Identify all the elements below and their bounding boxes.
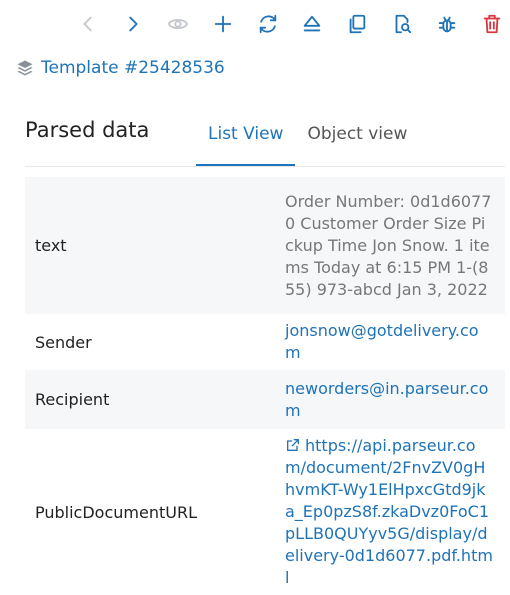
back-icon: [83, 16, 93, 32]
template-link[interactable]: Template #25428536: [41, 58, 225, 78]
tabs-divider: [25, 166, 505, 167]
debug-button[interactable]: [424, 10, 469, 38]
table-row: text Order Number: 0d1d60770 Customer Or…: [25, 177, 505, 314]
plus-icon: [214, 15, 232, 33]
table-row: PublicDocumentURL https://api.parseur.co…: [25, 429, 505, 595]
search-document-icon: [395, 14, 412, 34]
public-document-link[interactable]: https://api.parseur.com/document/2FnvZV0…: [285, 436, 493, 587]
refresh-icon: [259, 14, 276, 34]
table-row: Recipient neworders@in.parseur.com: [25, 370, 505, 429]
field-name: Sender: [35, 332, 92, 352]
tab-list-view[interactable]: List View: [196, 112, 296, 166]
layers-icon: [17, 60, 33, 76]
trash-icon: [483, 14, 500, 34]
forward-button[interactable]: [111, 10, 156, 38]
eject-button[interactable]: [290, 10, 335, 38]
field-value: neworders@in.parseur.com: [275, 370, 505, 429]
field-name: PublicDocumentURL: [35, 502, 197, 522]
back-button[interactable]: [66, 10, 111, 38]
field-value: https://api.parseur.com/document/2FnvZV0…: [275, 429, 505, 595]
recipient-email-link[interactable]: neworders@in.parseur.com: [285, 379, 488, 420]
delete-button[interactable]: [469, 10, 510, 38]
copy-button[interactable]: [335, 10, 380, 38]
field-name: Recipient: [25, 370, 275, 429]
breadcrumb: Template #25428536: [16, 58, 225, 78]
section-title: Parsed data: [25, 118, 150, 142]
add-button[interactable]: [200, 10, 245, 38]
forward-icon: [129, 16, 138, 32]
view-tabs: List View Object view: [196, 112, 419, 166]
reprocess-button[interactable]: [245, 10, 290, 38]
search-document-button[interactable]: [380, 10, 425, 38]
eye-icon: [167, 18, 189, 30]
bug-icon: [438, 16, 456, 33]
tab-object-view[interactable]: Object view: [295, 112, 419, 166]
field-name: text: [25, 177, 275, 314]
field-value: Order Number: 0d1d60770 Customer Order S…: [275, 177, 505, 314]
preview-button[interactable]: [156, 10, 201, 38]
field-value: jonsnow@gotdelivery.com: [275, 314, 505, 370]
table-row: Sender jonsnow@gotdelivery.com: [25, 314, 505, 370]
external-link-icon: [287, 439, 299, 451]
toolbar: [66, 10, 510, 38]
copy-icon: [349, 14, 366, 34]
sender-email-link[interactable]: jonsnow@gotdelivery.com: [285, 321, 479, 362]
parsed-data-table: text Order Number: 0d1d60770 Customer Or…: [25, 177, 505, 595]
eject-icon: [304, 15, 321, 32]
